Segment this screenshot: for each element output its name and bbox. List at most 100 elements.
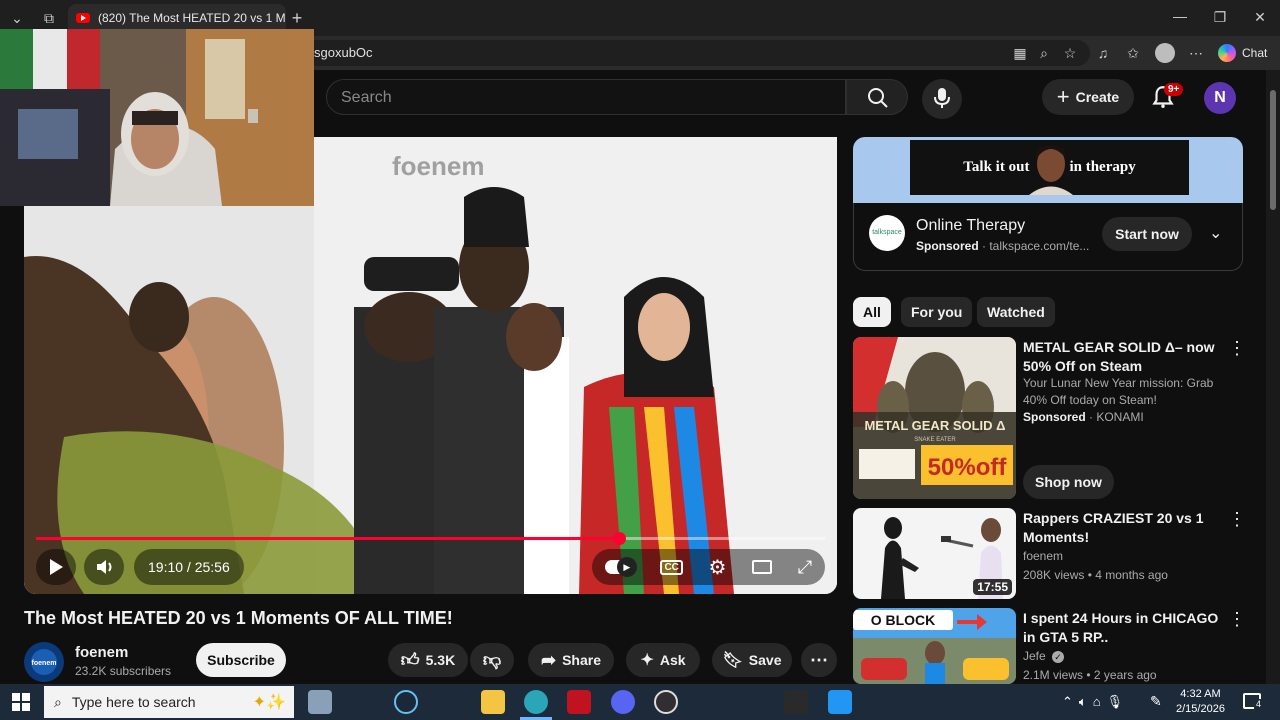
- plus-icon: +: [1056, 84, 1070, 109]
- chip-for-you[interactable]: For you: [901, 297, 973, 327]
- more-menu-icon[interactable]: ⋯: [1187, 44, 1205, 62]
- url-field[interactable]: sgoxubOc: [304, 40, 1090, 66]
- captions-icon[interactable]: CC: [660, 559, 683, 575]
- chip-watched[interactable]: Watched: [977, 297, 1055, 327]
- profile-icon[interactable]: [1155, 43, 1175, 63]
- subscriber-count: 23.2K subscribers: [75, 664, 172, 678]
- ad-person-image: [1029, 145, 1073, 195]
- scrollbar-thumb[interactable]: [1270, 90, 1276, 210]
- more-vert-icon[interactable]: ⋮: [1228, 609, 1246, 630]
- favorite-star-icon[interactable]: ☆: [1061, 44, 1079, 62]
- notifications-badge: 9+: [1164, 83, 1184, 96]
- file-explorer-icon[interactable]: [481, 690, 505, 714]
- more-horizontal-icon: ⋯: [810, 649, 828, 670]
- autoplay-toggle[interactable]: ▶: [604, 557, 637, 577]
- save-button[interactable]: 🔖︎ Save: [712, 643, 792, 677]
- search-button[interactable]: [846, 79, 908, 115]
- minimize-icon[interactable]: —: [1172, 8, 1188, 24]
- fullscreen-icon[interactable]: ⤢: [798, 557, 812, 578]
- more-actions-button[interactable]: ⋯: [801, 643, 837, 677]
- app-f-icon[interactable]: [828, 690, 852, 714]
- progress-scrubber[interactable]: [613, 532, 626, 545]
- copilot-chat-button[interactable]: Chat: [1218, 42, 1267, 64]
- ad-sponsored-label: Sponsored: [916, 239, 979, 253]
- svg-text:SNAKE EATER: SNAKE EATER: [914, 437, 956, 443]
- new-tab-icon[interactable]: +: [288, 8, 306, 29]
- taskbar-clock[interactable]: 4:32 AM 2/15/2026: [1176, 687, 1225, 717]
- task-view-icon[interactable]: [308, 690, 332, 714]
- player-right-controls: ▶ CC ⚙ ⤢: [592, 549, 825, 585]
- share-button[interactable]: ➦ Share: [528, 643, 614, 677]
- search-input[interactable]: Search: [326, 79, 846, 115]
- favorites-icon[interactable]: ✩: [1124, 44, 1142, 62]
- workspaces-icon[interactable]: ⧉: [40, 10, 58, 27]
- like-button[interactable]: 👍︎ 5.3K: [388, 643, 468, 677]
- account-avatar[interactable]: N: [1204, 82, 1236, 114]
- volume-icon: [97, 560, 112, 574]
- close-window-icon[interactable]: ✕: [1252, 9, 1268, 26]
- rec-title[interactable]: Rappers CRAZIEST 20 vs 1 Moments!: [1023, 509, 1223, 547]
- search-icon: [868, 88, 888, 108]
- discord-icon[interactable]: [611, 690, 635, 714]
- subscribe-button[interactable]: Subscribe: [196, 643, 286, 677]
- rec-title[interactable]: I spent 24 Hours in CHICAGO in GTA 5 RP.…: [1023, 609, 1223, 647]
- theater-mode-icon[interactable]: [752, 560, 773, 574]
- tab-title: (820) The Most HEATED 20 vs 1 Mo: [98, 11, 286, 25]
- play-button[interactable]: [36, 549, 76, 585]
- chevron-down-icon[interactable]: ⌄: [1209, 223, 1222, 243]
- rec-sponsor-line: Sponsored · KONAMI: [1023, 409, 1144, 426]
- apps-icon[interactable]: ▦: [1011, 44, 1029, 62]
- chip-all[interactable]: All: [853, 297, 891, 327]
- rec-thumbnail[interactable]: O BLOCK: [853, 608, 1016, 684]
- start-now-button[interactable]: Start now: [1102, 217, 1192, 251]
- volume-button[interactable]: [84, 549, 124, 585]
- rec-channel[interactable]: foenem: [1023, 548, 1063, 565]
- sparkle-icon: ✦: [640, 652, 654, 669]
- channel-name[interactable]: foenem: [75, 644, 128, 661]
- rec-stats: 2.1M views • 2 years ago: [1023, 668, 1157, 682]
- page-scrollbar[interactable]: [1266, 70, 1280, 684]
- like-count: 5.3K: [425, 652, 456, 668]
- ask-button[interactable]: ✦ Ask: [626, 643, 700, 677]
- dislike-button[interactable]: 👎︎: [470, 643, 514, 677]
- ad-title[interactable]: Online Therapy: [916, 217, 1025, 235]
- rec-thumbnail[interactable]: METAL GEAR SOLID Δ SNAKE EATER 50%off: [853, 337, 1016, 499]
- steam-icon[interactable]: [394, 690, 418, 714]
- autoplay-knob-icon: ▶: [616, 557, 637, 577]
- rec-thumbnail[interactable]: 17:55: [853, 508, 1016, 599]
- youtube-favicon-icon: [76, 13, 90, 23]
- svg-text:METAL GEAR SOLID Δ: METAL GEAR SOLID Δ: [864, 418, 1005, 433]
- rec-description: Your Lunar New Year mission: Grab 40% Of…: [1023, 376, 1214, 407]
- epic-games-icon[interactable]: [784, 690, 808, 714]
- obs-icon[interactable]: [654, 690, 678, 714]
- rec-title[interactable]: METAL GEAR SOLID Δ– now 50% Off on Steam: [1023, 338, 1223, 376]
- tab-list-icon[interactable]: ⌄: [8, 10, 26, 27]
- taskbar-search-input[interactable]: ⌕ Type here to search ✦✨: [44, 686, 294, 718]
- more-vert-icon[interactable]: ⋮: [1228, 509, 1246, 530]
- extensions-icon[interactable]: ♫: [1094, 44, 1112, 62]
- progress-bar[interactable]: [36, 532, 825, 545]
- save-label: Save: [748, 652, 782, 668]
- rec-channel[interactable]: Jefe ✓: [1023, 648, 1065, 665]
- windows-start-icon[interactable]: [11, 692, 31, 712]
- adobe-app-icon[interactable]: [567, 690, 591, 714]
- tab-youtube[interactable]: (820) The Most HEATED 20 vs 1 Mo ✕: [68, 4, 286, 32]
- ad-card[interactable]: talkspace Online Therapy Sponsored · tal…: [853, 203, 1243, 271]
- zoom-icon[interactable]: ⌕: [1035, 44, 1053, 62]
- tray-icons[interactable]: ⌃🔈︎⌂🎙︎: [1062, 694, 1129, 710]
- verified-check-icon: ✓: [1052, 651, 1065, 663]
- ad-banner-image[interactable]: Talk it out in therapy: [853, 137, 1243, 203]
- rec-duration: 17:55: [973, 579, 1012, 595]
- create-button[interactable]: + Create: [1042, 79, 1134, 115]
- pen-icon[interactable]: ✎: [1150, 693, 1162, 710]
- webcam-overlay: [0, 29, 314, 206]
- shop-now-button[interactable]: Shop now: [1023, 465, 1114, 499]
- more-vert-icon[interactable]: ⋮: [1228, 338, 1246, 359]
- edge-browser-icon[interactable]: [524, 690, 548, 714]
- clock-date: 2/15/2026: [1176, 703, 1225, 715]
- voice-search-button[interactable]: [922, 79, 962, 119]
- windows-taskbar: ⌕ Type here to search ✦✨ ⌃🔈︎⌂🎙︎ ✎ 4:32 A…: [0, 684, 1280, 720]
- channel-avatar[interactable]: foenem: [24, 642, 64, 682]
- maximize-icon[interactable]: ❐: [1212, 9, 1228, 26]
- settings-gear-icon[interactable]: ⚙: [709, 555, 727, 580]
